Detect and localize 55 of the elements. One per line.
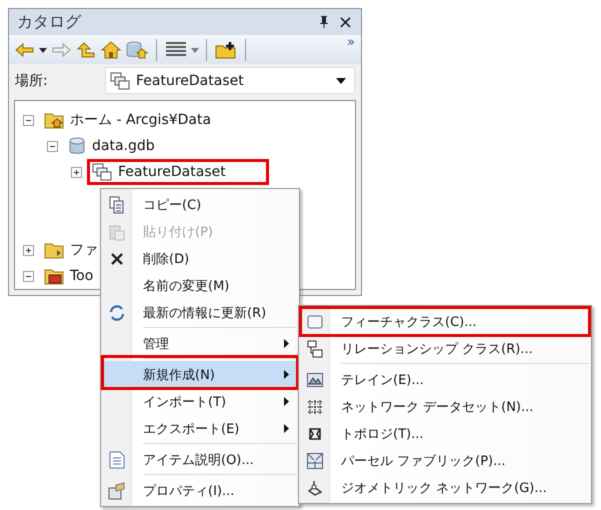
dropdown-arrow-icon (336, 76, 346, 84)
copy-icon (109, 196, 125, 214)
close-button[interactable]: × (338, 12, 353, 33)
expand-toggle[interactable] (71, 166, 82, 178)
folder-icon (44, 241, 64, 259)
paste-icon (109, 222, 125, 240)
home-folder-icon (44, 111, 64, 129)
up-arrow-icon[interactable] (76, 40, 96, 59)
add-folder-icon[interactable] (215, 40, 237, 59)
parcel-icon (307, 452, 323, 468)
dataset-icon (92, 163, 112, 181)
document-icon (109, 450, 125, 468)
tree-item[interactable]: Too (42, 266, 96, 286)
location-dropdown[interactable]: FeatureDataset (105, 67, 355, 94)
menu-item[interactable]: エクスポート(E) (103, 415, 297, 442)
properties-icon (108, 482, 126, 500)
linked-boxes-icon (307, 340, 323, 358)
pin-icon[interactable] (318, 15, 330, 30)
window-title: カタログ (17, 12, 82, 33)
database-icon (68, 137, 86, 155)
menu-item[interactable]: ジオメトリック ネットワーク(G)... (301, 474, 589, 501)
geometric-network-icon (307, 480, 323, 496)
menu-item[interactable]: フィーチャクラス(C)... (301, 308, 589, 335)
collapse-toggle[interactable] (47, 140, 58, 152)
menu-item[interactable]: 削除(D) (103, 245, 297, 272)
menu-item[interactable]: 新規作成(N) (103, 357, 297, 388)
location-label: 場所: (15, 72, 49, 90)
tree-item[interactable]: ホーム - Arcgis¥Data (42, 110, 214, 130)
grid-view-icon[interactable] (165, 40, 187, 59)
dataset-icon (110, 72, 130, 90)
tree-item[interactable]: data.gdb (66, 136, 157, 156)
close-icon (111, 252, 123, 264)
menu-item[interactable]: 管理 (103, 326, 297, 357)
toolbox-icon (44, 267, 64, 285)
menu-item[interactable]: 名前の変更(M) (103, 272, 297, 299)
network-grid-icon (307, 398, 323, 414)
collapse-toggle[interactable] (23, 114, 34, 126)
topology-icon (307, 426, 323, 442)
rectangle-icon (307, 314, 323, 328)
menu-item[interactable]: ネットワーク データセット(N)... (301, 393, 589, 420)
terrain-icon (307, 372, 323, 386)
menu-item[interactable]: パーセル ファブリック(P)... (301, 447, 589, 474)
menu-item[interactable]: インポート(T) (103, 388, 297, 415)
expand-toggle[interactable] (23, 244, 34, 256)
back-arrow-icon[interactable] (15, 42, 35, 58)
home-icon[interactable] (101, 40, 121, 59)
more-button[interactable]: » (347, 35, 355, 50)
menu-item[interactable]: コピー(C) (103, 191, 297, 218)
menu-item[interactable]: リレーションシップ クラス(R)... (301, 335, 589, 362)
collapse-toggle[interactable] (23, 270, 34, 282)
refresh-icon (109, 304, 125, 320)
menu-item[interactable]: 最新の情報に更新(R) (103, 299, 297, 326)
menu-item[interactable]: トポロジ(T)... (301, 420, 589, 447)
database-home-icon[interactable] (126, 40, 148, 59)
tree-item[interactable]: ファ (42, 240, 100, 260)
